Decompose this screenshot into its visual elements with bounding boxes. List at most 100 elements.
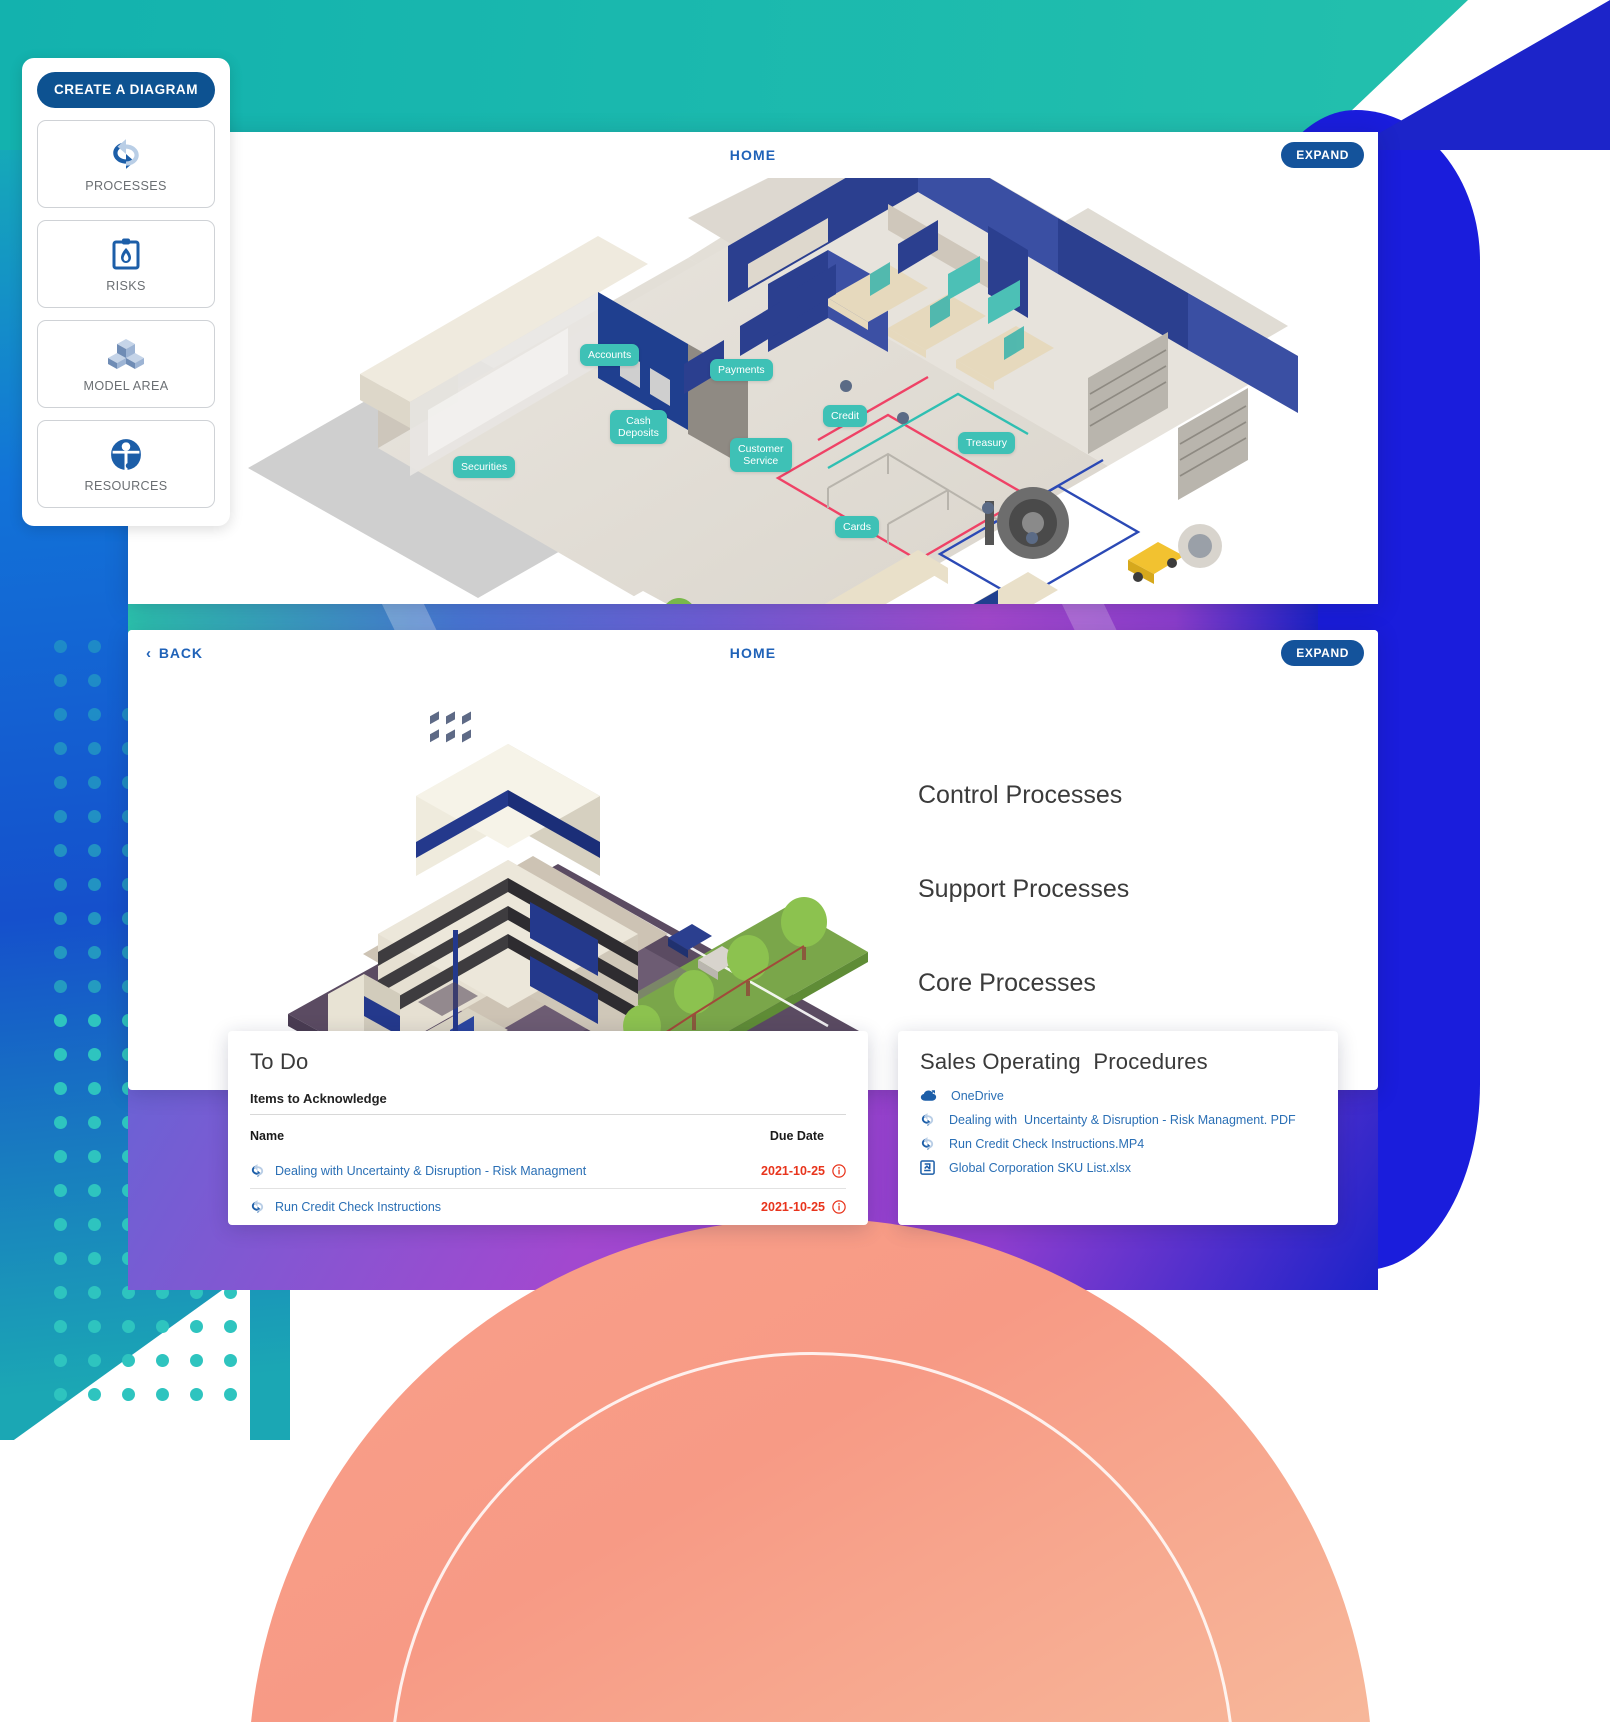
scene-tag-credit[interactable]: Credit (823, 405, 868, 428)
sidebar-item-label-resources: RESOURCES (84, 479, 168, 493)
todo-card-subtitle: Items to Acknowledge (250, 1091, 846, 1115)
list-item[interactable]: Global Corporation SKU List.xlsx (920, 1160, 1316, 1175)
info-circle-icon[interactable] (832, 1199, 846, 1214)
sop-item-label: Global Corporation SKU List.xlsx (949, 1160, 1132, 1175)
background-dot (54, 1082, 67, 1095)
scene-tag-cash-deposits[interactable]: Cash Deposits (610, 410, 667, 445)
background-dot (54, 1014, 67, 1027)
background-dot (88, 878, 101, 891)
background-dot (54, 946, 67, 959)
todo-row-name-cell: Run Credit Check Instructions (250, 1188, 726, 1224)
background-dot (54, 1320, 67, 1333)
background-dot (88, 810, 101, 823)
sidebar-item-resources[interactable]: RESOURCES (37, 420, 215, 508)
background-dot (122, 1320, 135, 1333)
todo-row-due-cell: 2021-10-25 (725, 1188, 846, 1224)
list-item[interactable]: Run Credit Check Instructions.MP4 (920, 1136, 1316, 1151)
background-dot (88, 1150, 101, 1163)
todo-card-title: To Do (250, 1049, 309, 1074)
background-dot (54, 1252, 67, 1265)
todo-row-due-date: 2021-10-25 (761, 1163, 825, 1178)
panel-bottom-body: Control Processes Support Processes Core… (128, 676, 1378, 1090)
background-dot (190, 1388, 203, 1401)
background-dot (224, 1388, 237, 1401)
background-dot (122, 1388, 135, 1401)
person-shield-icon (109, 435, 143, 473)
list-item[interactable]: Dealing with Uncertainty & Disruption - … (920, 1112, 1316, 1127)
background-dot (156, 1320, 169, 1333)
background-dot (88, 1082, 101, 1095)
background-dot (88, 844, 101, 857)
background-dot (54, 640, 67, 653)
sidebar-item-processes[interactable]: PROCESSES (37, 120, 215, 208)
scene-tag-payments[interactable]: Payments (710, 359, 773, 382)
clipboard-flame-icon (110, 235, 142, 273)
todo-row-name: Run Credit Check Instructions (275, 1199, 442, 1214)
background-dot (190, 1320, 203, 1333)
process-group-support[interactable]: Support Processes (918, 875, 1129, 904)
background-dot (54, 1218, 67, 1231)
todo-row-due-date: 2021-10-25 (761, 1199, 825, 1214)
scene-tag-securities[interactable]: Securities (453, 456, 516, 479)
back-button[interactable]: ‹ BACK (146, 645, 203, 661)
building-overview-panel: ‹ BACK HOME EXPAND Control Processes Sup… (128, 630, 1378, 1090)
background-dot (54, 1354, 67, 1367)
scene-tag-customer-service[interactable]: Customer Service (730, 438, 792, 473)
background-dot (88, 1354, 101, 1367)
list-item[interactable]: OneDrive (920, 1089, 1316, 1103)
background-dot (54, 844, 67, 857)
table-row[interactable]: Dealing with Uncertainty & Disruption - … (250, 1153, 846, 1189)
background-dot (54, 1184, 67, 1197)
scene-tag-accounts[interactable]: Accounts (580, 344, 640, 367)
background-dot (224, 1354, 237, 1367)
info-circle-icon[interactable] (832, 1163, 846, 1178)
process-group-list: Control Processes Support Processes Core… (918, 781, 1129, 998)
process-cycle-icon (109, 135, 143, 173)
sop-item-label: OneDrive (951, 1089, 1004, 1103)
panel-top-title: HOME (729, 147, 777, 163)
todo-table-header-row: Name Due Date (250, 1121, 846, 1153)
background-dot (54, 912, 67, 925)
background-dot (88, 1184, 101, 1197)
panel-top-header: HOME EXPAND (128, 132, 1378, 178)
sop-card-title: Sales Operating Procedures (920, 1049, 1208, 1074)
background-dot (88, 946, 101, 959)
scene-tag-treasury[interactable]: Treasury (958, 432, 1016, 455)
sop-item-label: Dealing with Uncertainty & Disruption - … (949, 1112, 1296, 1127)
background-dot (88, 1014, 101, 1027)
background-dot (88, 674, 101, 687)
background-dot (88, 1218, 101, 1231)
process-group-control[interactable]: Control Processes (918, 781, 1129, 810)
sop-item-list: OneDrive Dealing with Uncertainty & Disr… (920, 1089, 1316, 1175)
panel-top-body: Accounts Payments Cash Deposits Securiti… (128, 178, 1378, 604)
background-dot (88, 1286, 101, 1299)
expand-button-top[interactable]: EXPAND (1281, 142, 1364, 168)
todo-row-name: Dealing with Uncertainty & Disruption - … (275, 1163, 587, 1178)
diagram-launcher-panel: CREATE A DIAGRAM PROCESSES RISKS MODEL A… (22, 58, 230, 526)
background-dot (54, 708, 67, 721)
office-isometric-scene[interactable]: Accounts Payments Cash Deposits Securiti… (128, 178, 1378, 604)
sidebar-item-label-model-area: MODEL AREA (83, 379, 169, 393)
process-cycle-icon (920, 1136, 935, 1151)
office-isometric-illustration (248, 178, 1298, 604)
todo-row-name-cell: Dealing with Uncertainty & Disruption - … (250, 1153, 726, 1189)
background-dot (224, 1320, 237, 1333)
todo-column-due-date: Due Date (769, 1129, 824, 1143)
background-dot (54, 776, 67, 789)
background-dot (88, 1048, 101, 1061)
sidebar-item-risks[interactable]: RISKS (37, 220, 215, 308)
create-a-diagram-button[interactable]: CREATE A DIAGRAM (37, 72, 215, 108)
expand-button-bottom[interactable]: EXPAND (1281, 640, 1364, 666)
sop-item-label: Run Credit Check Instructions.MP4 (949, 1136, 1145, 1151)
background-dot (88, 776, 101, 789)
office-floorplan-panel: HOME EXPAND Accounts Payments Cash Depos… (128, 132, 1378, 604)
sidebar-item-model-area[interactable]: MODEL AREA (37, 320, 215, 408)
background-dot (54, 674, 67, 687)
scene-tag-cards[interactable]: Cards (835, 516, 880, 539)
process-cycle-icon (250, 1199, 265, 1214)
panel-bottom-header: ‹ BACK HOME EXPAND (128, 630, 1378, 676)
table-row[interactable]: Run Credit Check Instructions 2021-10-25 (250, 1188, 846, 1224)
background-dot (54, 1286, 67, 1299)
process-group-core[interactable]: Core Processes (918, 969, 1129, 998)
office-building-illustration[interactable] (268, 684, 908, 1090)
